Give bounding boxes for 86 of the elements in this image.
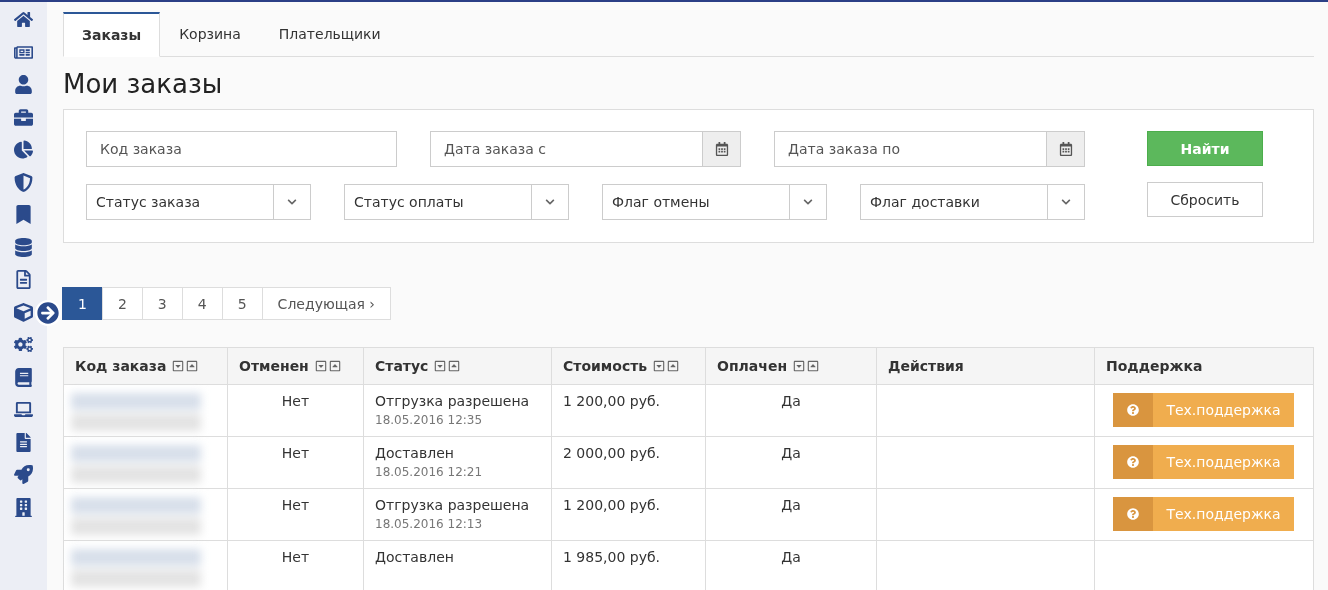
date-field[interactable]: Дата заказа по (774, 131, 1085, 167)
page-link[interactable]: 3 (141, 287, 183, 320)
laptop-icon[interactable] (14, 400, 33, 419)
column-header[interactable]: Оплачен (705, 347, 877, 385)
column-title: Действия (888, 358, 964, 374)
page-link[interactable]: 2 (101, 287, 143, 320)
select-field[interactable]: Флаг доставки (860, 184, 1085, 220)
select-field[interactable]: Статус заказа (86, 184, 311, 220)
status-text: Отгрузка разрешена (375, 497, 531, 513)
shield-icon[interactable] (14, 172, 33, 192)
table-cell-text: Нет (280, 393, 311, 409)
table-cell-text: Да (780, 393, 802, 409)
date-input[interactable]: Дата заказа с (431, 132, 702, 166)
page-title: Мои заказы (63, 69, 224, 99)
reset-button[interactable]: Сбросить (1147, 182, 1263, 217)
status-text: Доставлен (375, 445, 455, 461)
table-cell: 1 985,00 руб. (563, 549, 661, 565)
sort-down-icon[interactable] (172, 360, 185, 372)
tab[interactable]: Корзина (160, 12, 260, 56)
table-cell: 2 000,00 руб. (563, 445, 661, 461)
status-date: 18.05.2016 12:35 (375, 413, 484, 427)
chevron-down-icon (803, 197, 813, 207)
home-icon[interactable] (14, 10, 33, 29)
sort-up-icon[interactable] (186, 360, 199, 372)
column-title: Оплачен (717, 358, 788, 374)
page-link[interactable]: 5 (221, 287, 263, 320)
sort-up-icon[interactable] (667, 360, 680, 372)
sort-down-icon[interactable] (653, 360, 666, 372)
table-cell-text: Нет (280, 497, 311, 513)
date-field[interactable]: Дата заказа с (430, 131, 741, 167)
column-header[interactable]: Отменен (227, 347, 364, 385)
table-cell: 1 200,00 руб. (563, 393, 661, 409)
date-input[interactable]: Дата заказа по (775, 132, 1046, 166)
status-date: 18.05.2016 12:13 (375, 517, 484, 531)
sort-down-icon[interactable] (434, 360, 447, 372)
document-icon[interactable] (14, 432, 33, 452)
page-link[interactable]: 4 (181, 287, 223, 320)
table-cell-text: Да (780, 549, 802, 565)
table-cell-text: Да (780, 445, 802, 461)
document-icon[interactable] (14, 270, 33, 289)
sort-down-icon[interactable] (793, 360, 806, 372)
select-field[interactable]: Флаг отмены (602, 184, 827, 220)
database-icon[interactable] (14, 237, 33, 257)
user-icon[interactable] (14, 75, 33, 94)
building-icon[interactable] (14, 497, 33, 517)
order-code-field[interactable]: Код заказа (87, 132, 396, 166)
arrow-right-icon[interactable] (35, 300, 61, 326)
book-icon[interactable] (14, 367, 33, 387)
tab[interactable]: Плательщики (259, 12, 400, 56)
status-text: Отгрузка разрешена (375, 393, 531, 409)
sort-up-icon[interactable] (807, 360, 820, 372)
column-title: Стоимость (563, 358, 648, 374)
column-header[interactable]: Статус (363, 347, 552, 385)
briefcase-icon[interactable] (14, 107, 33, 127)
column-header[interactable]: Стоимость (551, 347, 706, 385)
sort-down-icon[interactable] (314, 360, 327, 372)
table-cell: 1 200,00 руб. (563, 497, 661, 513)
sort-up-icon[interactable] (328, 360, 341, 372)
bookmark-icon[interactable] (14, 205, 33, 224)
calendar-icon (714, 142, 729, 156)
column-title: Статус (375, 358, 429, 374)
gears-icon[interactable] (14, 335, 33, 354)
rocket-icon[interactable] (14, 465, 33, 484)
column-title: Код заказа (75, 358, 167, 374)
cube-icon[interactable] (14, 302, 33, 322)
next-page-link[interactable]: Следующая › (261, 287, 391, 320)
question-icon (1127, 456, 1139, 468)
select-field[interactable]: Статус оплаты (344, 184, 569, 220)
question-icon (1127, 508, 1139, 520)
table-cell-text: Нет (280, 445, 311, 461)
column-header[interactable]: Код заказа (63, 347, 228, 385)
pie-chart-icon[interactable] (14, 140, 33, 159)
question-icon (1127, 404, 1139, 416)
status-date: 18.05.2016 12:21 (375, 465, 484, 479)
status-text: Доставлен (375, 549, 455, 565)
page-link[interactable]: 1 (62, 287, 103, 320)
chevron-down-icon (1061, 197, 1071, 207)
table-cell-text: Нет (280, 549, 311, 565)
tab[interactable]: Заказы (63, 12, 161, 57)
calendar-icon (1058, 142, 1073, 156)
chevron-down-icon (545, 197, 555, 207)
sort-up-icon[interactable] (448, 360, 461, 372)
chevron-down-icon (287, 197, 297, 207)
table-cell-text: Да (780, 497, 802, 513)
column-title: Поддержка (1106, 358, 1203, 374)
column-title: Отменен (239, 358, 309, 374)
